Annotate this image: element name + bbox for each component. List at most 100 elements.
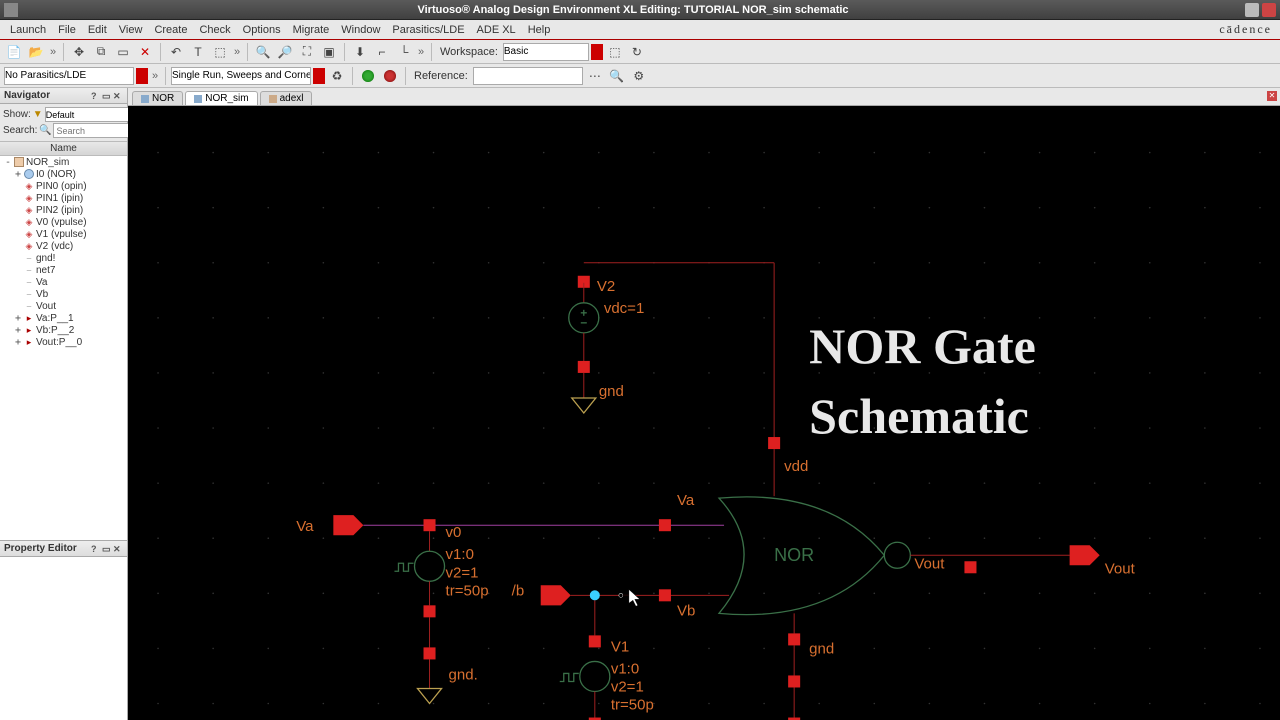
terminal[interactable]	[964, 561, 976, 573]
menu-file[interactable]: File	[52, 22, 82, 38]
runmode-combo[interactable]	[171, 67, 311, 85]
nav-undock-button[interactable]: ▭	[102, 91, 112, 101]
tabs-close-button[interactable]: ✕	[1267, 91, 1277, 101]
menu-window[interactable]: Window	[335, 22, 386, 38]
workspace-save-button[interactable]: ⬚	[605, 42, 625, 62]
navigator-tree[interactable]: -NOR_sim+I0 (NOR)◈PIN0 (opin)◈PIN1 (ipin…	[0, 156, 127, 540]
zoom-fit-button[interactable]: ⛶	[297, 42, 317, 62]
tree-item[interactable]: ⎯net7	[0, 264, 127, 276]
tab-nor[interactable]: NOR	[132, 91, 183, 105]
schematic-canvas[interactable]: NOR Gate Schematic V2 vdc=1	[128, 106, 1280, 720]
stretch-button[interactable]: ▭	[113, 42, 133, 62]
tree-item[interactable]: ◈V0 (vpulse)	[0, 216, 127, 228]
workspace-dropdown[interactable]	[591, 44, 603, 60]
terminal[interactable]	[424, 605, 436, 617]
menu-options[interactable]: Options	[237, 22, 287, 38]
vdc-source[interactable]	[569, 303, 599, 333]
stop-button[interactable]	[380, 66, 400, 86]
terminal[interactable]	[788, 675, 800, 687]
reference-input[interactable]	[473, 67, 583, 85]
prop-help-button[interactable]: ?	[91, 544, 101, 554]
menu-launch[interactable]: Launch	[4, 22, 52, 38]
terminal[interactable]	[424, 519, 436, 531]
new-button[interactable]: 📄	[4, 42, 24, 62]
input-pin-va[interactable]	[333, 515, 363, 535]
minimize-button[interactable]	[1245, 3, 1259, 17]
reference-browse-button[interactable]: ⋯	[585, 66, 605, 86]
terminal[interactable]	[589, 635, 601, 647]
menu-view[interactable]: View	[113, 22, 149, 38]
tree-item[interactable]: +▸Va:P__1	[0, 312, 127, 324]
menu-check[interactable]: Check	[193, 22, 236, 38]
move-button[interactable]: ✥	[69, 42, 89, 62]
input-pin-vb[interactable]	[541, 585, 571, 605]
menu-parasitics[interactable]: Parasitics/LDE	[386, 22, 470, 38]
zoom-in-button[interactable]: 🔍	[253, 42, 273, 62]
undo-button[interactable]: ↶	[166, 42, 186, 62]
menu-migrate[interactable]: Migrate	[287, 22, 336, 38]
selection-dot[interactable]	[590, 590, 600, 600]
parasitics-combo[interactable]	[4, 67, 134, 85]
wire-button[interactable]: ⌐	[372, 42, 392, 62]
tree-item[interactable]: ⎯Va	[0, 276, 127, 288]
text-button[interactable]: T	[188, 42, 208, 62]
tree-item[interactable]: ◈V1 (vpulse)	[0, 228, 127, 240]
tree-item[interactable]: ⎯gnd!	[0, 252, 127, 264]
runmode-dropdown[interactable]	[313, 68, 325, 84]
nav-close-button[interactable]: ✕	[113, 91, 123, 101]
terminal[interactable]	[578, 361, 590, 373]
output-pin-vout[interactable]	[1070, 545, 1100, 565]
prop-close-button[interactable]: ✕	[113, 544, 123, 554]
wire2-button[interactable]: └	[394, 42, 414, 62]
toolbar-expand-2[interactable]: »	[232, 46, 242, 58]
nav-col-name[interactable]: Name	[0, 141, 127, 156]
tree-item[interactable]: -NOR_sim	[0, 156, 127, 168]
hier-down-button[interactable]: ⬇	[350, 42, 370, 62]
runmode-refresh-button[interactable]: ♻	[327, 66, 347, 86]
vpulse-v1[interactable]	[560, 661, 610, 691]
toolbar-expand-1[interactable]: »	[48, 46, 58, 58]
reference-find-button[interactable]: 🔍	[607, 66, 627, 86]
run-button[interactable]	[358, 66, 378, 86]
terminal[interactable]	[424, 647, 436, 659]
tree-item[interactable]: ⎯Vb	[0, 288, 127, 300]
parasitics-dropdown[interactable]	[136, 68, 148, 84]
terminal[interactable]	[659, 519, 671, 531]
nor-gate[interactable]	[719, 449, 910, 633]
menu-help[interactable]: Help	[522, 22, 557, 38]
terminal[interactable]	[659, 589, 671, 601]
nav-help-button[interactable]: ?	[91, 91, 101, 101]
menu-edit[interactable]: Edit	[82, 22, 113, 38]
menu-adexl[interactable]: ADE XL	[471, 22, 522, 38]
copy-button[interactable]: ⧉	[91, 42, 111, 62]
open-button[interactable]: 📂	[26, 42, 46, 62]
menu-create[interactable]: Create	[148, 22, 193, 38]
toolbar2-expand-1[interactable]: »	[150, 70, 160, 82]
tree-item[interactable]: +▸Vout:P__0	[0, 336, 127, 348]
tree-item[interactable]: ◈V2 (vdc)	[0, 240, 127, 252]
tab-nor-sim[interactable]: NOR_sim	[185, 91, 257, 105]
reference-settings-button[interactable]: ⚙	[629, 66, 649, 86]
tab-adexl[interactable]: adexl	[260, 91, 313, 105]
terminal[interactable]	[788, 633, 800, 645]
workspace-combo[interactable]	[503, 43, 589, 61]
tree-item[interactable]: +▸Vb:P__2	[0, 324, 127, 336]
workspace-revert-button[interactable]: ↻	[627, 42, 647, 62]
search-icon: 🔍	[39, 125, 51, 136]
tab-bar: NOR NOR_sim adexl ✕	[128, 88, 1280, 106]
tree-item[interactable]: ◈PIN1 (ipin)	[0, 192, 127, 204]
props-button[interactable]: ⬚	[210, 42, 230, 62]
zoom-out-button[interactable]: 🔎	[275, 42, 295, 62]
tree-item[interactable]: ◈PIN0 (opin)	[0, 180, 127, 192]
delete-button[interactable]: ✕	[135, 42, 155, 62]
tree-item[interactable]: +I0 (NOR)	[0, 168, 127, 180]
tree-item[interactable]: ◈PIN2 (ipin)	[0, 204, 127, 216]
terminal[interactable]	[768, 437, 780, 449]
close-button[interactable]	[1262, 3, 1276, 17]
tree-item[interactable]: ⎯Vout	[0, 300, 127, 312]
toolbar-expand-3[interactable]: »	[416, 46, 426, 58]
window-title: Virtuoso® Analog Design Environment XL E…	[24, 4, 1242, 16]
vpulse-v0[interactable]	[394, 551, 444, 581]
zoom-sel-button[interactable]: ▣	[319, 42, 339, 62]
prop-undock-button[interactable]: ▭	[102, 544, 112, 554]
